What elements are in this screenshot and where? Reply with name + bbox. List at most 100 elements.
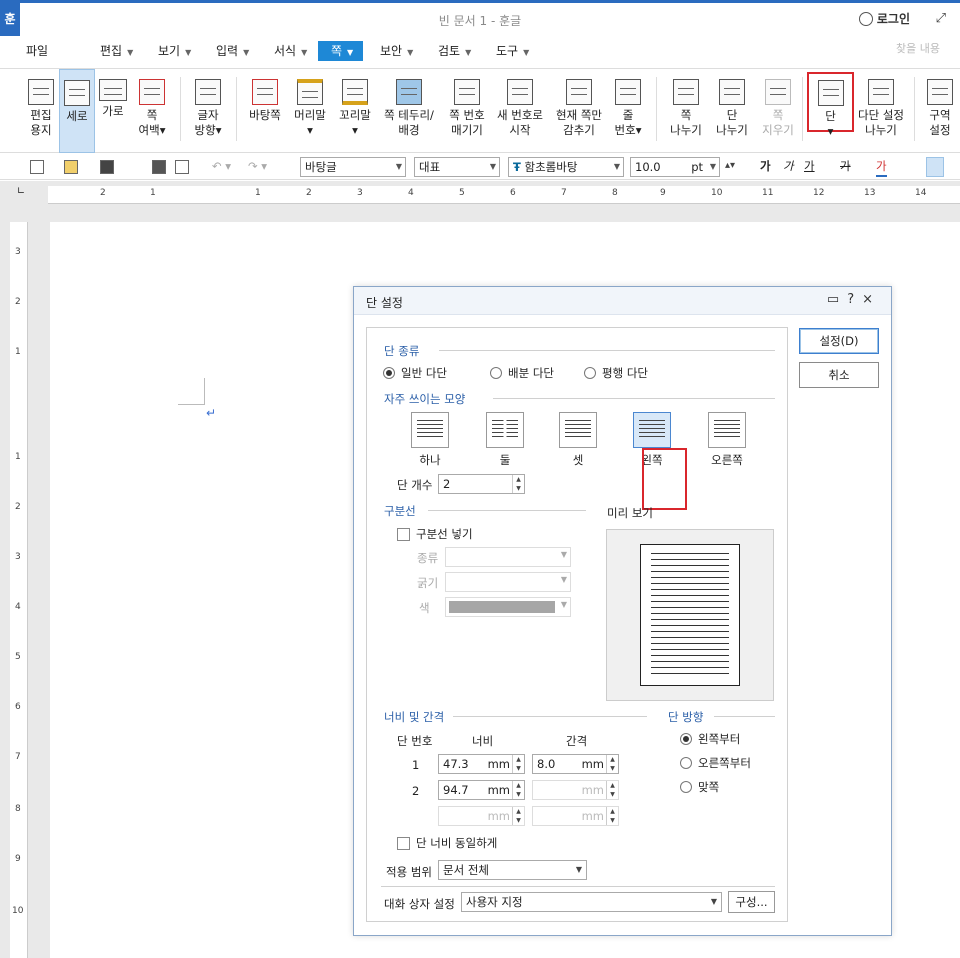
ribbon-page-break[interactable]: 쪽 나누기 bbox=[666, 69, 706, 153]
preset-two[interactable] bbox=[486, 412, 524, 448]
checkbox-icon bbox=[397, 527, 410, 541]
radio-from-right[interactable]: 오른쪽부터 bbox=[680, 755, 751, 771]
strike-button[interactable]: 가 bbox=[840, 157, 851, 177]
menu-format[interactable]: 서식 ▼ bbox=[270, 41, 311, 61]
ribbon-page-margin[interactable]: 쪽 여백▾ bbox=[134, 69, 170, 153]
ribbon-new-number[interactable]: 새 번호로 시작 bbox=[494, 69, 546, 153]
column-count-spinner[interactable]: 2 ▲ ▼ bbox=[438, 474, 525, 494]
preview-icon[interactable] bbox=[175, 157, 189, 177]
ribbon-hide-current[interactable]: 현재 쪽만 감추기 bbox=[552, 69, 606, 153]
maximize-icon[interactable]: ⤢ bbox=[936, 11, 946, 26]
ribbon-portrait[interactable]: 세로 bbox=[59, 69, 95, 153]
menu-insert[interactable]: 입력 ▼ bbox=[212, 41, 253, 61]
spin-arrows-icon[interactable]: ▲ ▼ bbox=[512, 475, 524, 493]
menu-review[interactable]: 검토 ▼ bbox=[434, 41, 475, 61]
align-justify-icon[interactable] bbox=[926, 157, 944, 177]
bold-button[interactable]: 가 bbox=[760, 157, 771, 177]
divider-thickness-select[interactable]: ▼ bbox=[445, 572, 571, 592]
style-select[interactable]: 바탕글 ▼ bbox=[300, 157, 406, 177]
equal-width-checkbox[interactable]: 단 너비 동일하게 bbox=[397, 835, 497, 851]
row3-gap-spinner[interactable]: mm ▲ ▼ bbox=[532, 806, 619, 826]
dialog-setting-select[interactable]: 사용자 지정 ▼ bbox=[461, 892, 722, 912]
cancel-button[interactable]: 취소 bbox=[799, 362, 879, 388]
preset-left[interactable] bbox=[633, 412, 671, 448]
print-icon[interactable] bbox=[152, 157, 166, 177]
underline-button[interactable]: 가 bbox=[804, 157, 815, 177]
chevron-down-icon: ▼ bbox=[560, 575, 567, 584]
menu-view-label: 보기 bbox=[158, 44, 181, 58]
ribbon-page-border[interactable]: 쪽 테두리/배경 bbox=[380, 69, 438, 153]
ribbon-label: 시작 bbox=[509, 123, 531, 137]
multi-column-icon bbox=[868, 79, 894, 105]
menu-page[interactable]: 쪽 ▼ bbox=[318, 41, 363, 61]
redo-icon[interactable]: ↷ ▾ bbox=[248, 157, 267, 177]
font-color-button[interactable]: 가 bbox=[876, 157, 887, 177]
ribbon-text-direction[interactable]: 글자 방향▾ bbox=[190, 69, 226, 153]
horizontal-ruler[interactable]: 2 1 1 2 3 4 5 6 7 8 9 10 11 12 13 14 bbox=[48, 186, 960, 204]
preset-three[interactable] bbox=[559, 412, 597, 448]
spin-arrows-icon[interactable]: ▲ ▼ bbox=[512, 807, 524, 825]
ribbon-delete-page[interactable]: 쪽 지우기 bbox=[758, 69, 798, 153]
spin-icon[interactable]: ▴▾ bbox=[725, 157, 735, 177]
spin-arrows-icon[interactable]: ▲ ▼ bbox=[512, 781, 524, 799]
menu-security[interactable]: 보안 ▼ bbox=[376, 41, 417, 61]
compose-button[interactable]: 구성... bbox=[728, 891, 775, 913]
insert-divider-checkbox[interactable]: 구분선 넣기 bbox=[397, 526, 473, 542]
ribbon-line-number[interactable]: 줄 번호▾ bbox=[610, 69, 646, 153]
ribbon-landscape[interactable]: 가로 bbox=[97, 69, 129, 153]
row1-width-spinner[interactable]: 47.3 mm ▲ ▼ bbox=[438, 754, 525, 774]
size-select[interactable]: 10.0 pt ▼ bbox=[630, 157, 720, 177]
ribbon-footer[interactable]: 꼬리말 ▾ bbox=[335, 69, 375, 153]
vertical-ruler[interactable]: 3 2 1 1 2 3 4 5 6 7 8 9 10 bbox=[10, 222, 28, 958]
ribbon-columns[interactable]: 단 ▾ bbox=[807, 72, 854, 138]
radio-distributed-column[interactable]: 배분 다단 bbox=[490, 365, 554, 381]
lang-select[interactable]: 대표 ▼ bbox=[414, 157, 500, 177]
row3-width-spinner[interactable]: mm ▲ ▼ bbox=[438, 806, 525, 826]
dialog-titlebar[interactable]: 단 설정 ▭?× bbox=[354, 287, 891, 315]
spin-arrows-icon[interactable]: ▲ ▼ bbox=[606, 807, 618, 825]
menu-view[interactable]: 보기 ▼ bbox=[154, 41, 195, 61]
preset-one[interactable] bbox=[411, 412, 449, 448]
save-icon[interactable] bbox=[100, 157, 114, 177]
menu-file[interactable]: 파일 bbox=[22, 41, 52, 61]
search-input[interactable]: 찾을 내용 bbox=[896, 40, 940, 56]
radio-normal-column[interactable]: 일반 다단 bbox=[383, 365, 447, 381]
ok-button[interactable]: 설정(D) bbox=[799, 328, 879, 354]
message-icon[interactable]: ▭ bbox=[827, 292, 847, 307]
open-folder-icon[interactable] bbox=[64, 157, 78, 177]
ruler-corner[interactable]: ∟ bbox=[10, 186, 32, 204]
new-doc-icon[interactable] bbox=[30, 157, 44, 177]
undo-icon[interactable]: ↶ ▾ bbox=[212, 157, 231, 177]
radio-facing[interactable]: 맞쪽 bbox=[680, 779, 719, 795]
apply-range-select[interactable]: 문서 전체 ▼ bbox=[438, 860, 587, 880]
ribbon-column-break[interactable]: 단 나누기 bbox=[712, 69, 752, 153]
row2-width-value: 94.7 bbox=[443, 783, 469, 797]
help-icon[interactable]: ? bbox=[847, 292, 862, 307]
spin-arrows-icon[interactable]: ▲ ▼ bbox=[512, 755, 524, 773]
radio-from-left[interactable]: 왼쪽부터 bbox=[680, 731, 740, 747]
spin-arrows-icon[interactable]: ▲ ▼ bbox=[606, 755, 618, 773]
row1-gap-spinner[interactable]: 8.0 mm ▲ ▼ bbox=[532, 754, 619, 774]
row2-gap-spinner[interactable]: mm ▲ ▼ bbox=[532, 780, 619, 800]
italic-button[interactable]: 가 bbox=[783, 157, 794, 177]
divider bbox=[439, 350, 775, 351]
font-select[interactable]: Ŧ 함초롬바탕 ▼ bbox=[508, 157, 624, 177]
ribbon-section-setting[interactable]: 구역 설정 bbox=[922, 69, 958, 153]
divider-type-select[interactable]: ▼ bbox=[445, 547, 571, 567]
ribbon-master-page[interactable]: 바탕쪽 bbox=[245, 69, 285, 153]
spin-arrows-icon[interactable]: ▲ ▼ bbox=[606, 781, 618, 799]
ribbon-label: 쪽 테두리/ bbox=[384, 108, 434, 122]
login-button[interactable]: 로그인 bbox=[858, 10, 910, 27]
row2-width-spinner[interactable]: 94.7 mm ▲ ▼ bbox=[438, 780, 525, 800]
divider-color-select[interactable]: ▼ bbox=[445, 597, 571, 617]
ribbon-page-number[interactable]: 쪽 번호 매기기 bbox=[444, 69, 490, 153]
ribbon-multi-column[interactable]: 다단 설정 나누기 bbox=[856, 69, 906, 153]
menu-tools[interactable]: 도구 ▼ bbox=[492, 41, 533, 61]
close-icon[interactable]: × bbox=[862, 292, 881, 307]
radio-icon bbox=[490, 367, 502, 379]
preset-right[interactable] bbox=[708, 412, 746, 448]
radio-parallel-column[interactable]: 평행 다단 bbox=[584, 365, 648, 381]
ribbon-edit-paper[interactable]: 편집 용지 bbox=[24, 69, 58, 153]
menu-edit[interactable]: 편집 ▼ bbox=[96, 41, 137, 61]
ribbon-header[interactable]: 머리말 ▾ bbox=[290, 69, 330, 153]
